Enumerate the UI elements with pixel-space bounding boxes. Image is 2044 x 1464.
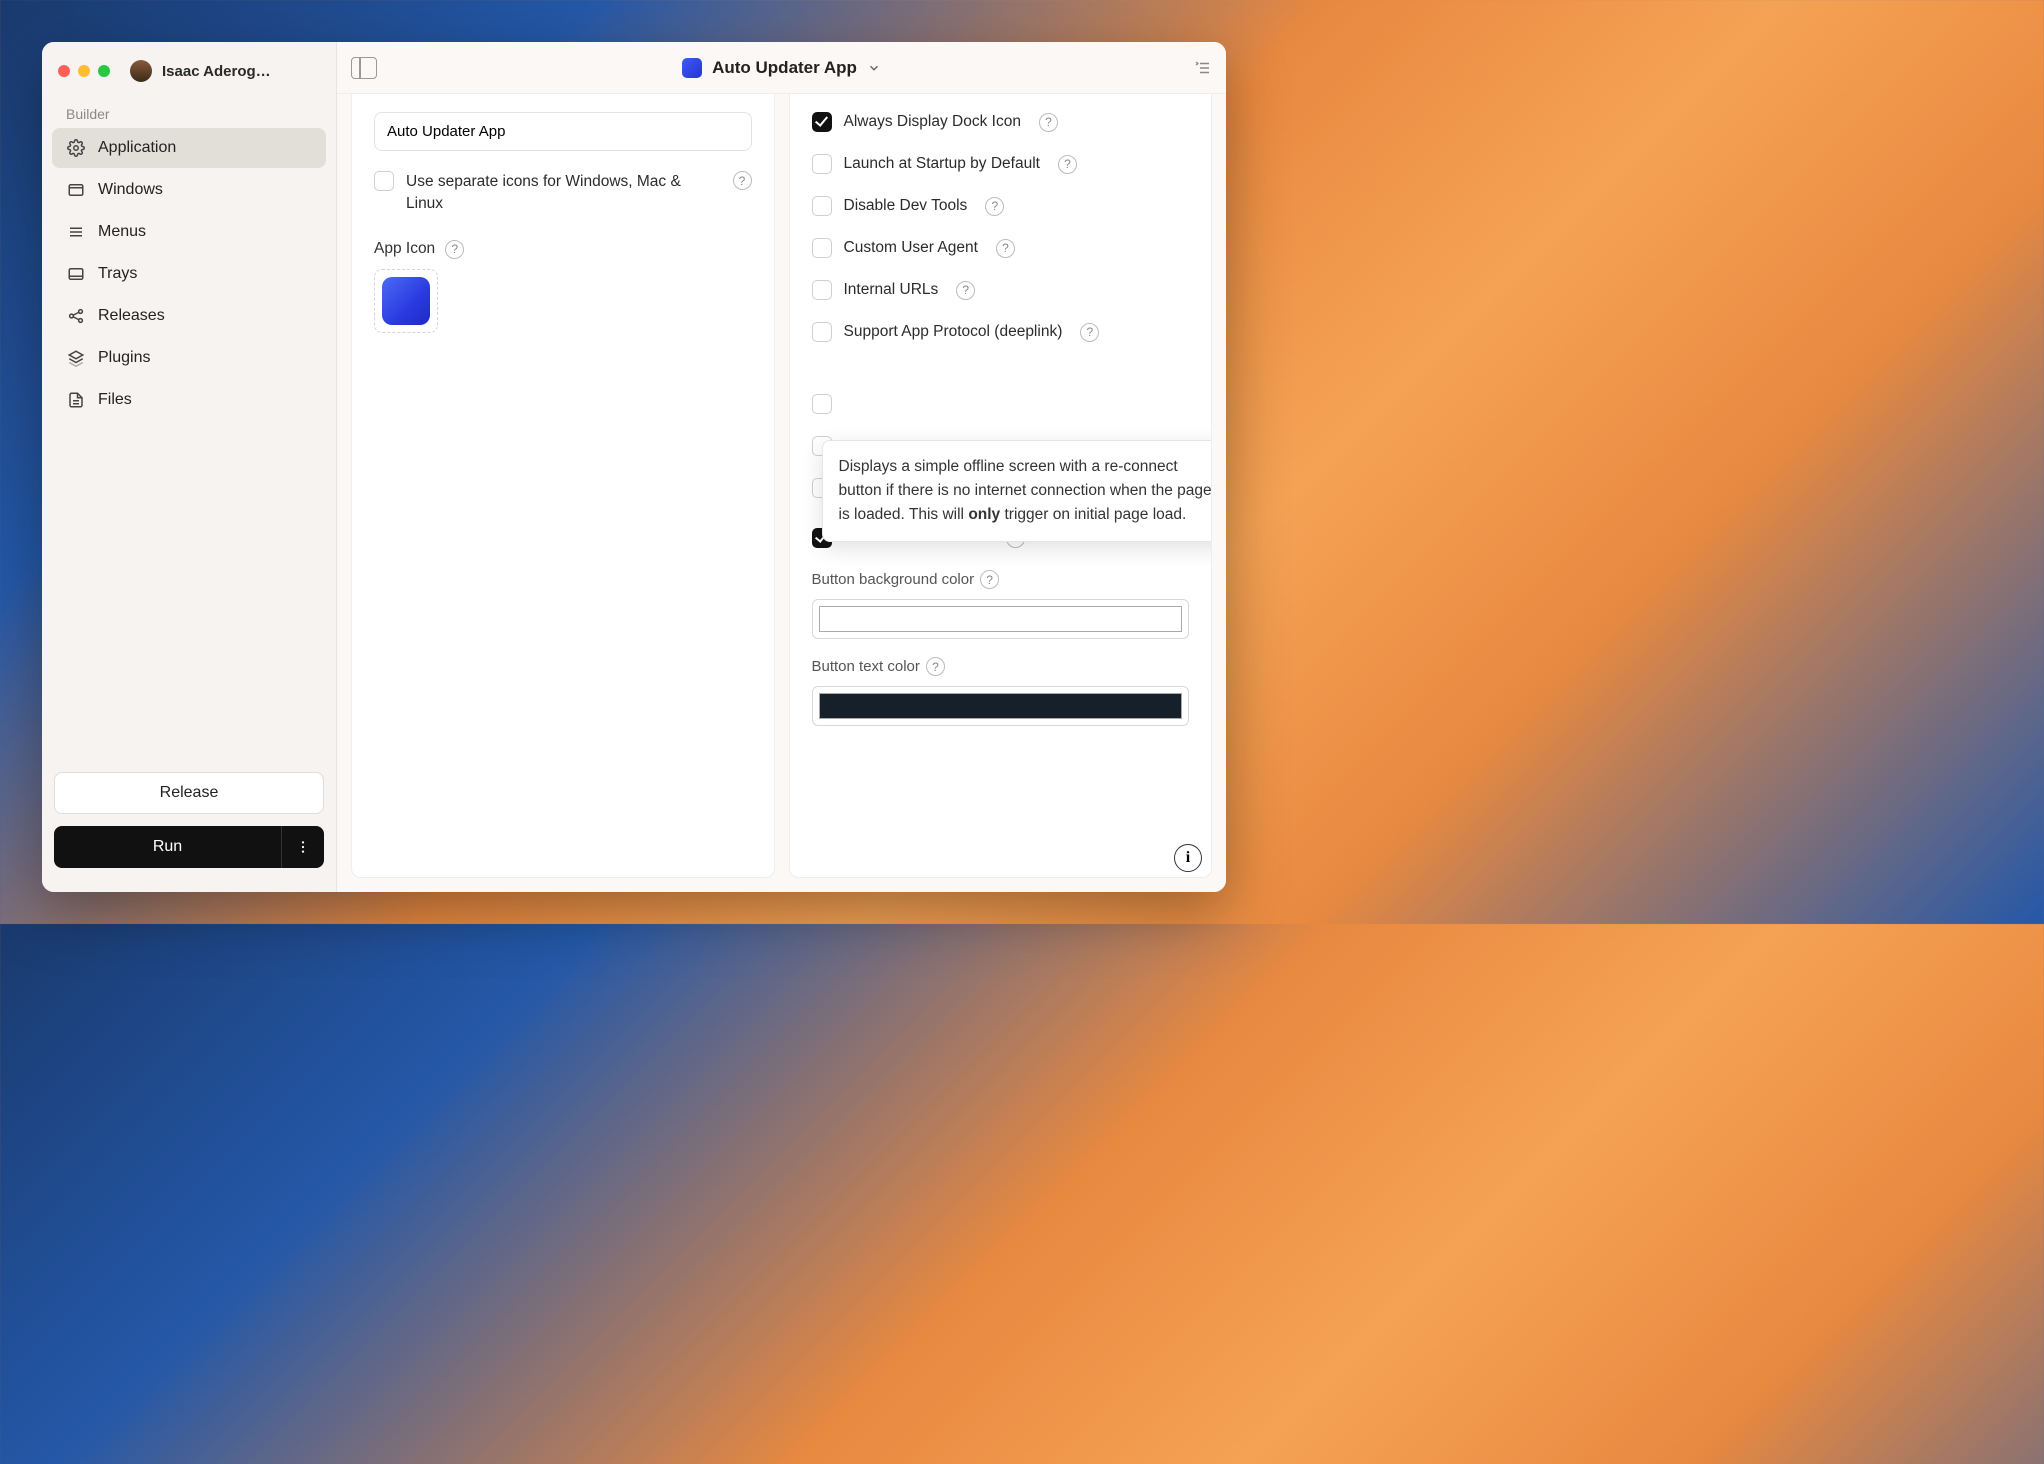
app-icon-preview — [382, 277, 430, 325]
checkbox[interactable] — [812, 238, 832, 258]
sidebar-item-label: Application — [98, 139, 176, 157]
help-tooltip: Displays a simple offline screen with a … — [822, 440, 1213, 542]
option-always-display-dock-icon: Always Display Dock Icon ? — [812, 112, 1190, 132]
run-more-button[interactable] — [282, 826, 324, 868]
help-icon[interactable]: ? — [956, 281, 975, 300]
sidebar-item-releases[interactable]: Releases — [52, 296, 326, 336]
titlebar: Auto Updater App — [337, 42, 1226, 94]
run-button-group: Run — [54, 826, 324, 868]
sidebar-footer: Release Run — [42, 758, 336, 882]
checkbox[interactable] — [812, 394, 832, 414]
fullscreen-window-button[interactable] — [98, 65, 110, 77]
app-icon-well[interactable] — [374, 269, 438, 333]
close-window-button[interactable] — [58, 65, 70, 77]
option-label: Always Display Dock Icon — [844, 113, 1021, 131]
sidebar-nav: Application Windows Menus Trays — [42, 128, 336, 420]
sidebar-item-label: Trays — [98, 265, 137, 283]
sidebar-item-label: Releases — [98, 307, 165, 325]
title-center[interactable]: Auto Updater App — [389, 58, 1174, 78]
help-icon[interactable]: ? — [1058, 155, 1077, 174]
file-icon — [66, 390, 86, 410]
help-icon[interactable]: ? — [733, 171, 752, 190]
username-label[interactable]: Isaac Aderog… — [162, 63, 320, 80]
toggle-sidebar-button[interactable] — [351, 57, 377, 79]
share-icon — [66, 306, 86, 326]
titlebar-left: Isaac Aderog… — [42, 52, 336, 96]
sidebar-item-label: Windows — [98, 181, 163, 199]
minimize-window-button[interactable] — [78, 65, 90, 77]
option-disable-dev-tools: Disable Dev Tools ? — [812, 196, 1190, 216]
sidebar-item-plugins[interactable]: Plugins — [52, 338, 326, 378]
option-support-app-protocol: Support App Protocol (deeplink) ? — [812, 322, 1190, 342]
app-icon — [682, 58, 702, 78]
help-icon[interactable]: ? — [926, 657, 945, 676]
separate-icons-checkbox[interactable] — [374, 171, 394, 191]
tooltip-bold: only — [968, 506, 1000, 523]
checkbox[interactable] — [812, 112, 832, 132]
list-icon — [1194, 59, 1212, 77]
info-button[interactable]: i — [1174, 844, 1202, 872]
help-icon[interactable]: ? — [985, 197, 1004, 216]
window-controls — [58, 65, 110, 77]
sidebar-item-application[interactable]: Application — [52, 128, 326, 168]
help-icon[interactable]: ? — [445, 240, 464, 259]
sidebar-item-label: Files — [98, 391, 132, 409]
checkbox[interactable] — [812, 322, 832, 342]
checkbox[interactable] — [812, 196, 832, 216]
gear-icon — [66, 138, 86, 158]
help-icon[interactable]: ? — [980, 570, 999, 589]
tray-icon — [66, 264, 86, 284]
toolbar-right[interactable] — [1186, 59, 1212, 77]
sidebar-section-label: Builder — [42, 96, 336, 128]
option-label: Launch at Startup by Default — [844, 155, 1040, 173]
panel-app-identity: Use separate icons for Windows, Mac & Li… — [351, 94, 775, 878]
layers-icon — [66, 348, 86, 368]
sidebar-item-trays[interactable]: Trays — [52, 254, 326, 294]
option-label: Disable Dev Tools — [844, 197, 968, 215]
color-swatch — [819, 693, 1183, 719]
avatar[interactable] — [130, 60, 152, 82]
sidebar-item-windows[interactable]: Windows — [52, 170, 326, 210]
sidebar-item-menus[interactable]: Menus — [52, 212, 326, 252]
separate-icons-label: Use separate icons for Windows, Mac & Li… — [406, 171, 715, 216]
option-hidden-a — [812, 394, 1190, 414]
run-button[interactable]: Run — [54, 826, 282, 868]
button-bg-color-label: Button background color ? — [812, 570, 1190, 589]
button-bg-color-input[interactable] — [812, 599, 1190, 639]
sidebar: Isaac Aderog… Builder Application Window… — [42, 42, 337, 892]
menu-icon — [66, 222, 86, 242]
help-icon[interactable]: ? — [1080, 323, 1099, 342]
sidebar-item-label: Plugins — [98, 349, 150, 367]
option-label: Custom User Agent — [844, 239, 978, 257]
option-custom-user-agent: Custom User Agent ? — [812, 238, 1190, 258]
chevron-down-icon — [867, 61, 881, 75]
help-icon[interactable]: ? — [996, 239, 1015, 258]
button-text-color-input[interactable] — [812, 686, 1190, 726]
dots-vertical-icon — [295, 839, 311, 855]
color-swatch — [819, 606, 1183, 632]
panel-app-options: Always Display Dock Icon ? Launch at Sta… — [789, 94, 1213, 878]
option-label: Support App Protocol (deeplink) — [844, 323, 1063, 341]
sidebar-item-files[interactable]: Files — [52, 380, 326, 420]
app-title: Auto Updater App — [712, 58, 857, 78]
app-window: Isaac Aderog… Builder Application Window… — [42, 42, 1226, 892]
button-text-color-label: Button text color ? — [812, 657, 1190, 676]
window-icon — [66, 180, 86, 200]
content-columns: Use separate icons for Windows, Mac & Li… — [337, 94, 1226, 892]
separate-icons-row: Use separate icons for Windows, Mac & Li… — [374, 171, 752, 216]
app-icon-label: App Icon ? — [374, 240, 752, 259]
checkbox[interactable] — [812, 280, 832, 300]
option-launch-at-startup: Launch at Startup by Default ? — [812, 154, 1190, 174]
option-internal-urls: Internal URLs ? — [812, 280, 1190, 300]
help-icon[interactable]: ? — [1039, 113, 1058, 132]
option-label: Internal URLs — [844, 281, 939, 299]
main-area: Auto Updater App Use separate icons for … — [337, 42, 1226, 892]
tooltip-text-after: trigger on initial page load. — [1000, 506, 1186, 523]
release-button[interactable]: Release — [54, 772, 324, 814]
checkbox[interactable] — [812, 154, 832, 174]
app-name-input[interactable] — [374, 112, 752, 151]
sidebar-item-label: Menus — [98, 223, 146, 241]
